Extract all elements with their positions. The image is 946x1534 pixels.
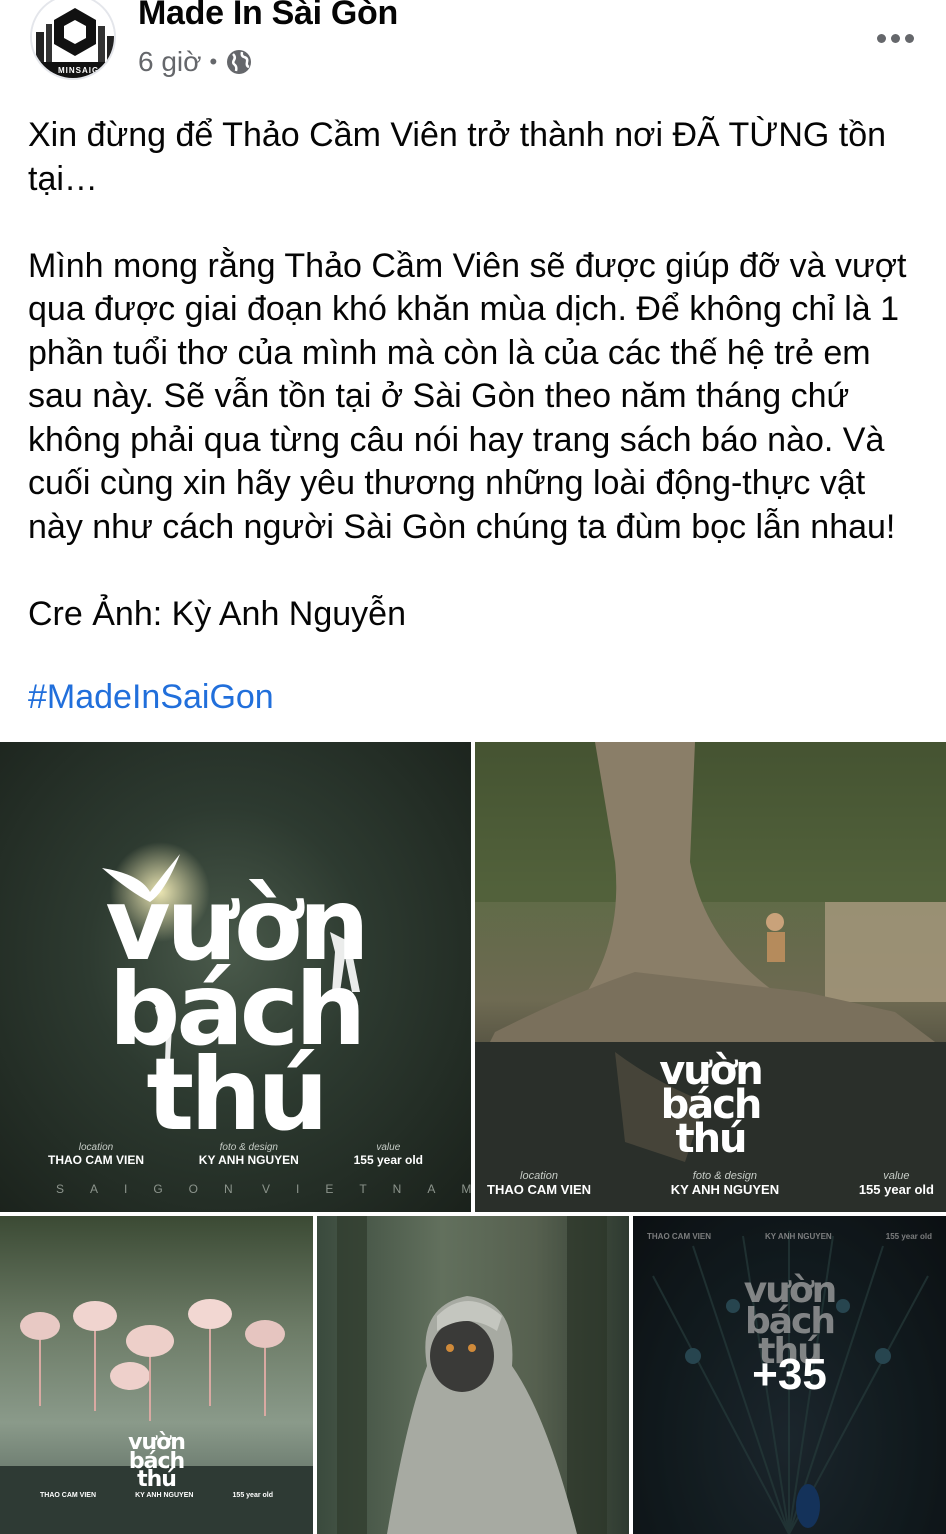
logo-line-3: thú (675, 1116, 747, 1162)
page-name[interactable]: Made In Sài Gòn (138, 0, 398, 33)
poster-logo-small: vườn bách thú (0, 1432, 313, 1493)
poster-country: VIETNAM (262, 1182, 471, 1196)
photo-poster[interactable]: vườn bách thú location THAO CAM VIEN fot… (0, 742, 471, 1212)
more-dot (905, 34, 914, 43)
credit-design: foto & design KY ANH NGUYEN (199, 1142, 299, 1167)
logo-line-3: thú (137, 1467, 177, 1493)
more-dot (891, 34, 900, 43)
credit-value-age: value 155 year old (354, 1142, 423, 1167)
credit-caption: value (883, 1170, 910, 1182)
poster-credits: THAO CAM VIEN KY ANH NGUYEN 155 year old (0, 1492, 313, 1499)
photo-flamingos[interactable]: vườn bách thú THAO CAM VIEN KY ANH NGUYE… (0, 1216, 313, 1534)
more-options-icon[interactable] (877, 34, 914, 43)
credit-location: THAO CAM VIEN (40, 1492, 96, 1499)
credit-value: 155 year old (232, 1492, 273, 1499)
credit-design: KY ANH NGUYEN (135, 1492, 193, 1499)
credit-location: location THAO CAM VIEN (48, 1142, 144, 1167)
credit-value: 155 year old (353, 1153, 423, 1167)
poster-city: SAIGON (56, 1182, 259, 1196)
post-header: MINSAIGON Made In Sài Gòn 6 giờ • (0, 0, 946, 100)
logo-line-3: thú (146, 1036, 328, 1153)
poster-logo-small: vườn bách thú (475, 1051, 946, 1162)
photo-tree[interactable]: vườn bách thú location THAO CAM VIEN fot… (475, 742, 946, 1212)
post-time[interactable]: 6 giờ (138, 46, 202, 78)
post-meta: 6 giờ • (138, 46, 253, 78)
credit-value: THAO CAM VIEN (487, 1182, 591, 1197)
more-photos-count: +35 (752, 1350, 827, 1399)
poster-credits: location THAO CAM VIEN foto & design KY … (0, 1142, 471, 1167)
hashtag-link[interactable]: #MadeInSaiGon (28, 678, 274, 717)
photo-peacock[interactable]: vườn bách thú THAO CAM VIEN KY ANH NGUYE… (633, 1216, 946, 1534)
credit-value: THAO CAM VIEN (48, 1153, 144, 1167)
meta-separator: • (209, 49, 218, 74)
credit-value-age: value 155 year old (859, 1170, 934, 1197)
poster-logo: vườn bách thú (0, 875, 471, 1153)
more-photos-overlay[interactable]: +35 (633, 1216, 946, 1534)
credit-value: KY ANH NGUYEN (135, 1492, 194, 1499)
more-dot (877, 34, 886, 43)
globe-icon (225, 48, 253, 76)
photo-monkey[interactable] (317, 1216, 629, 1534)
credit-design: foto & design KY ANH NGUYEN (671, 1170, 779, 1197)
credit-value-age: 155 year old (233, 1492, 273, 1499)
credit-value: 155 year old (858, 1182, 934, 1197)
credit-caption: location (78, 1142, 114, 1153)
credit-caption: value (376, 1142, 401, 1153)
monkey-scene (337, 1216, 607, 1534)
poster-credits: location THAO CAM VIEN foto & design KY … (475, 1170, 946, 1197)
page-avatar[interactable]: MINSAIGON (30, 0, 116, 80)
credit-location: location THAO CAM VIEN (487, 1170, 591, 1197)
credit-value: KY ANH NGUYEN (670, 1182, 780, 1197)
credit-caption: foto & design (692, 1170, 758, 1182)
credit-caption: location (520, 1170, 558, 1182)
avatar-text: MINSAIGON (58, 66, 114, 75)
credit-value: KY ANH NGUYEN (198, 1153, 299, 1167)
credit-value: THAO CAM VIEN (40, 1492, 96, 1499)
credit-caption: foto & design (219, 1142, 278, 1153)
post-text: Xin đừng để Thảo Cầm Viên trở thành nơi … (28, 116, 907, 633)
